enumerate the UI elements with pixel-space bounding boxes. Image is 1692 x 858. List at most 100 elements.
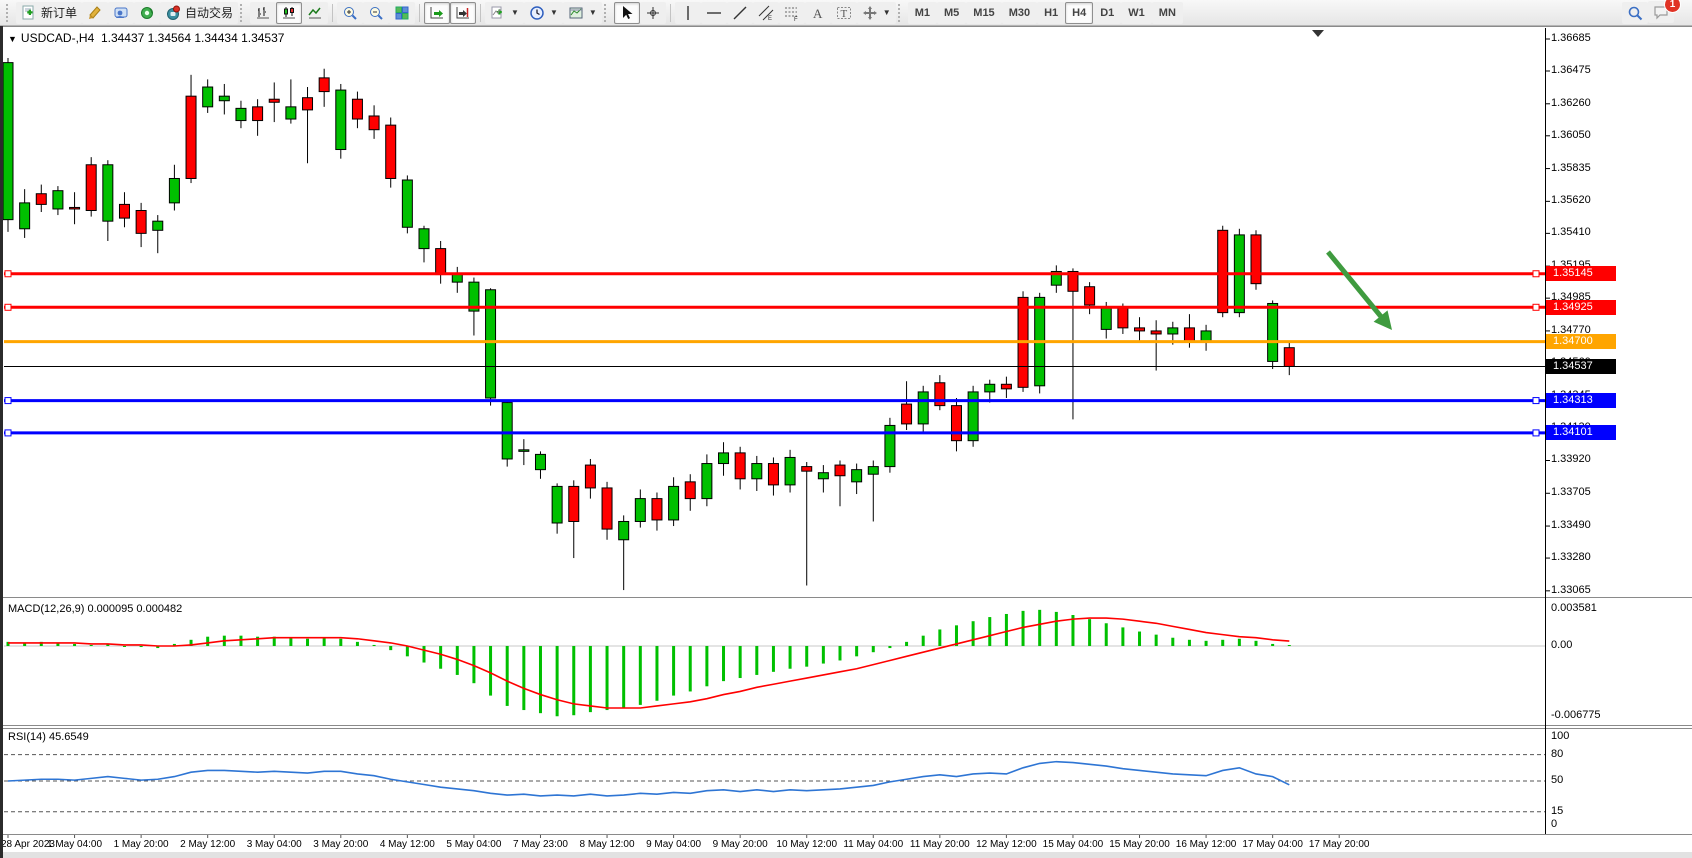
crosshair-icon bbox=[645, 5, 661, 21]
toolbar-grip[interactable] bbox=[604, 4, 609, 22]
tile-windows-icon bbox=[394, 5, 410, 21]
crosshair-button[interactable] bbox=[640, 2, 666, 24]
tf-h1-button[interactable]: H1 bbox=[1037, 2, 1065, 24]
new-order-icon bbox=[21, 5, 37, 21]
label-icon: T bbox=[836, 5, 852, 21]
time-axis-label: 11 May 20:00 bbox=[908, 839, 972, 850]
periods-button[interactable]: ▼ bbox=[524, 2, 563, 24]
price-level-tag: 1.34313 bbox=[1546, 393, 1616, 408]
macd-axis-tick: 0.003581 bbox=[1551, 602, 1597, 614]
rsi-label: RSI(14) 45.6549 bbox=[8, 731, 89, 743]
toolbar-separator bbox=[419, 4, 420, 22]
zoom-out-button[interactable] bbox=[363, 2, 389, 24]
autoscroll-button[interactable] bbox=[424, 2, 450, 24]
tf-m30-button[interactable]: M30 bbox=[1002, 2, 1037, 24]
text-button[interactable]: A bbox=[805, 2, 831, 24]
time-axis-label: 16 May 12:00 bbox=[1174, 839, 1238, 850]
window-bottom-bar bbox=[0, 852, 1692, 858]
tf-d1-button[interactable]: D1 bbox=[1093, 2, 1121, 24]
time-axis-label: 17 May 04:00 bbox=[1241, 839, 1305, 850]
cursor-icon bbox=[619, 5, 635, 21]
chart-shift-button[interactable] bbox=[450, 2, 476, 24]
candlestick-button[interactable] bbox=[276, 2, 302, 24]
new-order-button[interactable]: 新订单 bbox=[16, 2, 82, 24]
price-axis-tick: 1.36260 bbox=[1551, 97, 1591, 109]
autotrading-icon bbox=[165, 5, 181, 21]
templates-button[interactable]: ▼ bbox=[563, 2, 602, 24]
window-left-border bbox=[0, 26, 3, 858]
time-axis-label: 3 May 04:00 bbox=[242, 839, 306, 850]
svg-text:T: T bbox=[840, 8, 847, 20]
tf-w1-button[interactable]: W1 bbox=[1121, 2, 1152, 24]
search-button[interactable] bbox=[1622, 2, 1648, 24]
time-axis-label: 2 May 12:00 bbox=[176, 839, 240, 850]
time-axis-label: 4 May 12:00 bbox=[375, 839, 439, 850]
svg-text:E: E bbox=[768, 16, 772, 21]
signals-button[interactable] bbox=[134, 2, 160, 24]
time-axis-label: 1 May 04:00 bbox=[43, 839, 107, 850]
bar-chart-icon bbox=[255, 5, 271, 21]
price-axis-tick: 1.36050 bbox=[1551, 129, 1591, 141]
vline-button[interactable] bbox=[675, 2, 701, 24]
price-level-tag: 1.34101 bbox=[1546, 425, 1616, 440]
time-axis-label: 1 May 20:00 bbox=[109, 839, 173, 850]
symbol-period-label: USDCAD-,H4 bbox=[21, 31, 94, 45]
tf-m15-button[interactable]: M15 bbox=[966, 2, 1001, 24]
price-axis-tick: 1.36475 bbox=[1551, 64, 1591, 76]
shapes-icon bbox=[862, 5, 878, 21]
fibonacci-button[interactable]: F bbox=[779, 2, 805, 24]
indicators-button[interactable]: ▼ bbox=[485, 2, 524, 24]
toolbar-separator bbox=[332, 4, 333, 22]
chevron-down-icon: ▼ bbox=[589, 8, 597, 17]
time-axis-label: 7 May 23:00 bbox=[508, 839, 572, 850]
toolbar-grip[interactable] bbox=[898, 4, 903, 22]
time-axis-label: 11 May 04:00 bbox=[841, 839, 905, 850]
channel-button[interactable]: E bbox=[753, 2, 779, 24]
tf-m1-button[interactable]: M1 bbox=[908, 2, 937, 24]
macd-label: MACD(12,26,9) 0.000095 0.000482 bbox=[8, 603, 182, 615]
bar-chart-button[interactable] bbox=[250, 2, 276, 24]
price-axis-tick: 1.33490 bbox=[1551, 519, 1591, 531]
time-axis-label: 17 May 20:00 bbox=[1307, 839, 1371, 850]
price-axis-tick: 1.33065 bbox=[1551, 584, 1591, 596]
time-axis-label: 9 May 04:00 bbox=[642, 839, 706, 850]
svg-text:A: A bbox=[813, 6, 823, 21]
tf-m5-button[interactable]: M5 bbox=[937, 2, 966, 24]
time-axis-label: 15 May 20:00 bbox=[1108, 839, 1172, 850]
chevron-down-icon: ▼ bbox=[883, 8, 891, 17]
toolbar-grip[interactable] bbox=[240, 4, 245, 22]
cursor-button[interactable] bbox=[614, 2, 640, 24]
price-axis-tick: 1.33920 bbox=[1551, 453, 1591, 465]
one-click-trading-icon[interactable]: ▼ bbox=[8, 34, 17, 44]
price-axis-tick: 1.33705 bbox=[1551, 486, 1591, 498]
trendline-icon bbox=[732, 5, 748, 21]
toolbar-separator bbox=[480, 4, 481, 22]
zoom-in-button[interactable] bbox=[337, 2, 363, 24]
price-axis-tick: 1.35620 bbox=[1551, 194, 1591, 206]
label-button[interactable]: T bbox=[831, 2, 857, 24]
rsi-axis-tick: 80 bbox=[1551, 748, 1563, 760]
tile-windows-button[interactable] bbox=[389, 2, 415, 24]
autotrading-button[interactable]: 自动交易 bbox=[160, 2, 238, 24]
macd-axis-tick: -0.006775 bbox=[1551, 709, 1601, 721]
toolbar-grip[interactable] bbox=[6, 4, 11, 22]
hline-button[interactable] bbox=[701, 2, 727, 24]
autoscroll-icon bbox=[429, 5, 445, 21]
line-chart-button[interactable] bbox=[302, 2, 328, 24]
tf-h4-button[interactable]: H4 bbox=[1065, 2, 1093, 24]
ohlc-label: 1.34437 1.34564 1.34434 1.34537 bbox=[101, 31, 285, 45]
alerts-button[interactable] bbox=[82, 2, 108, 24]
chart-shift-icon bbox=[455, 5, 471, 21]
rsi-axis-tick: 50 bbox=[1551, 774, 1563, 786]
community-button[interactable] bbox=[108, 2, 134, 24]
price-axis-tick: 1.35835 bbox=[1551, 162, 1591, 174]
tf-mn-button[interactable]: MN bbox=[1152, 2, 1183, 24]
price-level-tag: 1.34925 bbox=[1546, 300, 1616, 315]
trendline-button[interactable] bbox=[727, 2, 753, 24]
indicators-icon bbox=[490, 5, 506, 21]
chart-canvas[interactable] bbox=[0, 0, 1692, 858]
shapes-button[interactable]: ▼ bbox=[857, 2, 896, 24]
chart-title: ▼ USDCAD-,H4 1.34437 1.34564 1.34434 1.34… bbox=[8, 31, 284, 45]
price-level-tag: 1.34537 bbox=[1546, 359, 1616, 374]
zoom-out-icon bbox=[368, 5, 384, 21]
